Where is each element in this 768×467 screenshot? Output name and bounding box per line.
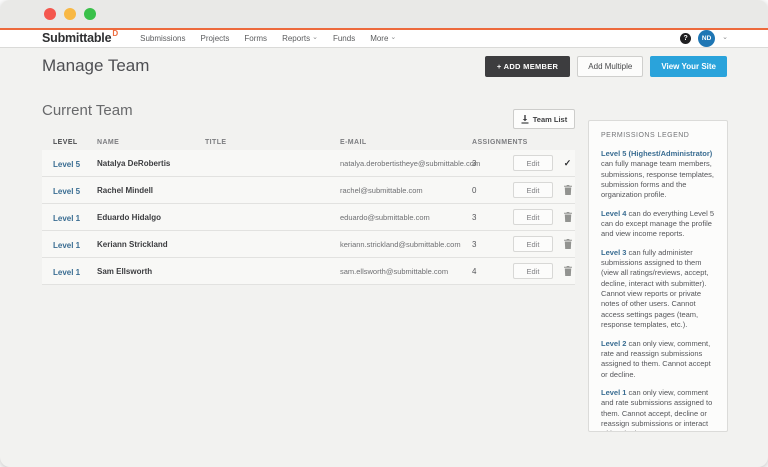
member-name: Sam Ellsworth (97, 267, 205, 276)
member-email: rachel@submittable.com (340, 186, 472, 195)
legend-title: PERMISSIONS LEGEND (601, 132, 715, 139)
nav-item-label: Reports (282, 34, 310, 43)
team-list-label: Team List (533, 115, 567, 124)
browser-window: Submittable D Submissions Projects Forms… (0, 0, 768, 467)
table-row: Level 5 Natalya DeRobertis natalya.derob… (42, 150, 575, 177)
edit-button[interactable]: Edit (513, 155, 553, 171)
nav-item-label: Forms (244, 34, 267, 43)
view-your-site-button[interactable]: View Your Site (650, 56, 727, 77)
logo-text: Submittable (42, 32, 111, 45)
team-list-button[interactable]: Team List (513, 109, 575, 129)
member-email: eduardo@submittable.com (340, 213, 472, 222)
legend-level-label: Level 1 (601, 388, 626, 397)
add-member-button[interactable]: + ADD MEMBER (485, 56, 570, 77)
level-link[interactable]: Level 1 (53, 241, 80, 250)
nav-item[interactable]: Funds (333, 34, 355, 43)
column-header-email: E-MAIL (340, 139, 472, 146)
legend-entry: Level 5 (Highest/Administrator) can full… (601, 149, 715, 201)
column-header-title: TITLE (205, 139, 340, 146)
avatar[interactable]: ND (698, 30, 715, 47)
column-header-name: NAME (97, 139, 205, 146)
window-close-button[interactable] (44, 8, 56, 20)
top-navbar: Submittable D Submissions Projects Forms… (0, 30, 768, 48)
legend-level-label: Level 3 (601, 248, 626, 257)
member-assignments: 4 (472, 267, 513, 276)
member-assignments: 3 (472, 159, 513, 168)
download-icon (521, 115, 529, 124)
window-titlebar (0, 0, 768, 28)
trash-icon[interactable] (561, 185, 574, 195)
window-zoom-button[interactable] (84, 8, 96, 20)
level-link[interactable]: Level 1 (53, 268, 80, 277)
page-title: Manage Team (42, 56, 149, 76)
window-minimize-button[interactable] (64, 8, 76, 20)
nav-item[interactable]: Forms (244, 34, 267, 43)
table-row: Level 1 Keriann Strickland keriann.stric… (42, 231, 575, 258)
member-assignments: 3 (472, 213, 513, 222)
check-icon: ✓ (561, 158, 574, 169)
table-row: Level 1 Eduardo Hidalgo eduardo@submitta… (42, 204, 575, 231)
legend-level-label: Level 4 (601, 209, 626, 218)
help-icon[interactable]: ? (680, 33, 691, 44)
legend-entry: Level 4 can do everything Level 5 can do… (601, 209, 715, 240)
submittable-logo[interactable]: Submittable D (42, 32, 118, 45)
trash-icon[interactable] (561, 239, 574, 249)
table-row: Level 5 Rachel Mindell rachel@submittabl… (42, 177, 575, 204)
nav-item-label: Submissions (140, 34, 185, 43)
member-name: Keriann Strickland (97, 240, 205, 249)
page-actions: + ADD MEMBER Add Multiple View Your Site (485, 56, 727, 77)
nav-item[interactable]: More⌄ (370, 34, 396, 43)
add-multiple-button[interactable]: Add Multiple (577, 56, 643, 77)
column-header-assignments: ASSIGNMENTS (472, 139, 513, 146)
legend-level-label: Level 2 (601, 339, 626, 348)
primary-nav: Submissions Projects Forms Reports⌄ Fund… (140, 34, 396, 43)
nav-item-label: Projects (200, 34, 229, 43)
legend-entry: Level 1 can only view, comment and rate … (601, 388, 715, 432)
member-assignments: 0 (472, 186, 513, 195)
edit-button[interactable]: Edit (513, 209, 553, 225)
edit-button[interactable]: Edit (513, 236, 553, 252)
edit-button[interactable]: Edit (513, 263, 553, 279)
member-email: keriann.strickland@submittable.com (340, 240, 472, 249)
current-team-heading: Current Team (42, 102, 133, 119)
nav-item[interactable]: Projects (200, 34, 229, 43)
column-header-level: LEVEL (53, 139, 97, 146)
legend-entry: Level 3 can fully administer submissions… (601, 248, 715, 331)
member-email: natalya.derobertistheye@submittable.com (340, 159, 472, 168)
member-name: Rachel Mindell (97, 186, 205, 195)
nav-item[interactable]: Reports⌄ (282, 34, 318, 43)
chevron-down-icon: ⌄ (312, 34, 318, 41)
nav-item[interactable]: Submissions (140, 34, 185, 43)
table-header: LEVEL NAME TITLE E-MAIL ASSIGNMENTS (42, 134, 575, 151)
nav-item-label: More (370, 34, 388, 43)
chevron-down-icon: ⌄ (390, 34, 396, 41)
chevron-down-icon[interactable]: ⌄ (722, 34, 728, 41)
nav-item-label: Funds (333, 34, 355, 43)
legend-level-label: Level 5 (Highest/Administrator) (601, 149, 712, 158)
level-link[interactable]: Level 5 (53, 160, 80, 169)
member-name: Eduardo Hidalgo (97, 213, 205, 222)
legend-entry: Level 2 can only view, comment, rate and… (601, 339, 715, 380)
submittable-logo-mark-icon: D (112, 30, 118, 38)
main-content: Manage Team + ADD MEMBER Add Multiple Vi… (0, 48, 768, 467)
member-email: sam.ellsworth@submittable.com (340, 267, 472, 276)
navbar-right: ? ND ⌄ (680, 30, 728, 47)
legend-level-text: can fully manage team members, submissio… (601, 159, 714, 199)
permissions-legend-panel: PERMISSIONS LEGEND Level 5 (Highest/Admi… (588, 120, 728, 432)
trash-icon[interactable] (561, 266, 574, 276)
table-row: Level 1 Sam Ellsworth sam.ellsworth@subm… (42, 258, 575, 285)
trash-icon[interactable] (561, 212, 574, 222)
team-table: Level 5 Natalya DeRobertis natalya.derob… (42, 150, 575, 285)
legend-level-text: can fully administer submissions assigne… (601, 248, 709, 329)
member-assignments: 3 (472, 240, 513, 249)
level-link[interactable]: Level 5 (53, 187, 80, 196)
member-name: Natalya DeRobertis (97, 159, 205, 168)
edit-button[interactable]: Edit (513, 182, 553, 198)
level-link[interactable]: Level 1 (53, 214, 80, 223)
